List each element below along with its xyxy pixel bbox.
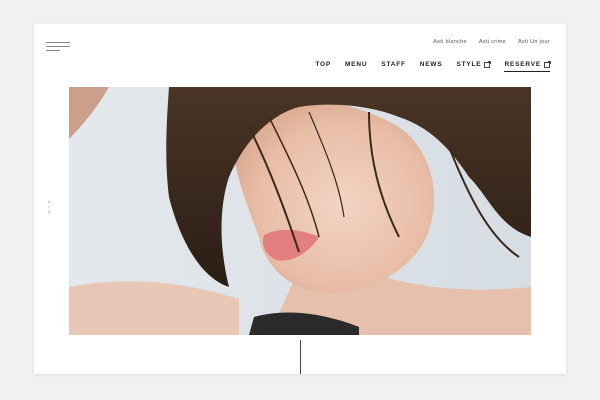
sub-nav: Asti blanche Asti crime Asti Un jour: [433, 39, 550, 45]
scroll-indicator-line: [300, 340, 301, 374]
hero-image: [69, 87, 531, 335]
pager-current: 1: [48, 200, 50, 204]
external-link-icon: [484, 60, 492, 68]
external-link-icon: [544, 60, 551, 68]
main-nav: TOP MENU STAFF NEWS STYLE RESERVE: [315, 60, 551, 72]
menu-line: [46, 42, 70, 43]
hamburger-menu-icon[interactable]: [46, 42, 70, 52]
nav-item-top[interactable]: TOP: [315, 61, 331, 68]
menu-line: [46, 46, 70, 47]
pager-total: 3: [48, 210, 50, 214]
nav-item-reserve[interactable]: RESERVE: [504, 60, 551, 72]
nav-item-staff[interactable]: STAFF: [381, 61, 405, 68]
sub-nav-asti-un-jour[interactable]: Asti Un jour: [518, 39, 550, 45]
sub-nav-asti-blanche[interactable]: Asti blanche: [433, 39, 467, 45]
hero-photo-icon: [69, 87, 531, 335]
menu-line: [46, 50, 60, 51]
nav-item-news[interactable]: NEWS: [420, 61, 443, 68]
page-card: Asti blanche Asti crime Asti Un jour TOP…: [34, 24, 566, 374]
pager-separator: /: [48, 205, 50, 209]
nav-label: NEWS: [419, 61, 443, 68]
slide-pager: 1 / 3: [48, 200, 50, 214]
nav-item-menu[interactable]: MENU: [345, 61, 367, 68]
sub-nav-asti-crime[interactable]: Asti crime: [479, 39, 506, 45]
nav-item-style[interactable]: STYLE: [456, 60, 492, 68]
nav-label: TOP: [315, 61, 331, 68]
nav-label: STYLE: [456, 61, 482, 68]
nav-label: MENU: [344, 61, 368, 68]
nav-label: STAFF: [381, 61, 406, 68]
nav-label: RESERVE: [504, 61, 541, 68]
